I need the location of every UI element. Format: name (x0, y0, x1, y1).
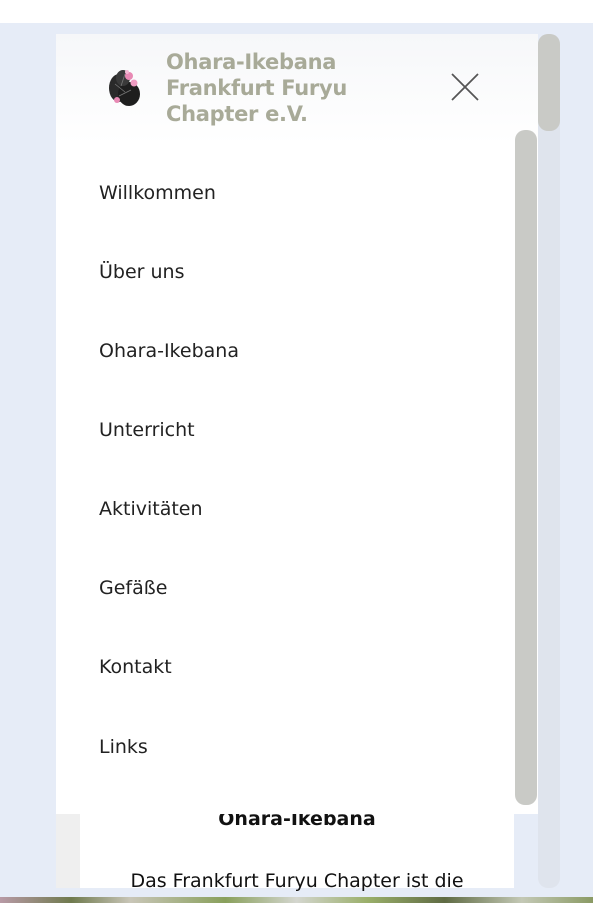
menu-scrollbar-thumb[interactable] (515, 130, 537, 805)
menu-item-links[interactable]: Links (99, 736, 148, 758)
menu-item-unterricht[interactable]: Unterricht (99, 419, 195, 441)
menu-item-aktivitaeten[interactable]: Aktivitäten (99, 498, 203, 520)
site-title-line-1: Ohara-Ikebana (166, 50, 337, 74)
mobile-menu-panel: Ohara-Ikebana Frankfurt Furyu Chapter e.… (56, 34, 538, 814)
page-scrollbar-thumb[interactable] (538, 34, 560, 131)
close-icon (451, 73, 479, 101)
content-side-strip (56, 813, 80, 888)
menu-item-ueber-uns[interactable]: Über uns (99, 261, 185, 283)
photo-strip (0, 897, 593, 903)
ikebana-flower-logo-icon[interactable] (107, 64, 143, 112)
page-scrollbar-track[interactable] (538, 34, 560, 888)
site-title-line-3: Chapter e.V. (166, 102, 308, 126)
site-title-line-2: Frankfurt Furyu (166, 76, 347, 100)
menu-item-gefaesse[interactable]: Gefäße (99, 577, 167, 599)
menu-item-ohara-ikebana[interactable]: Ohara-Ikebana (99, 340, 239, 362)
menu-item-kontakt[interactable]: Kontakt (99, 656, 172, 678)
menu-header: Ohara-Ikebana Frankfurt Furyu Chapter e.… (56, 34, 538, 144)
close-menu-button[interactable] (448, 70, 482, 104)
menu-item-willkommen[interactable]: Willkommen (99, 182, 216, 204)
page-paragraph: Das Frankfurt Furyu Chapter ist die (130, 870, 464, 892)
site-title[interactable]: Ohara-Ikebana Frankfurt Furyu Chapter e.… (166, 49, 347, 127)
